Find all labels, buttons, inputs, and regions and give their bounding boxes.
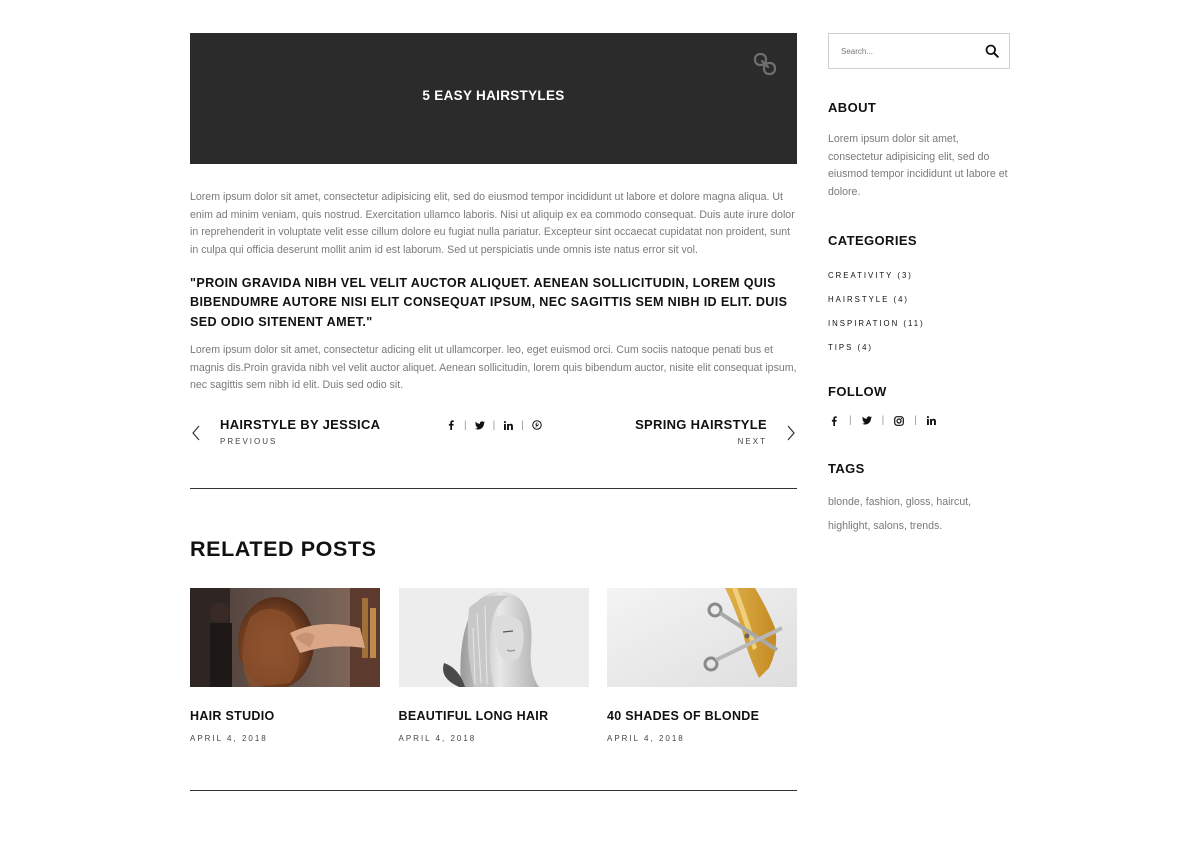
divider (190, 790, 797, 792)
main-content: 5 EASY HAIRSTYLES Lorem ipsum dolor sit … (190, 33, 797, 792)
separator: | (464, 419, 467, 431)
chevron-right-icon (787, 425, 795, 441)
related-post-date: APRIL 4, 2018 (607, 734, 685, 744)
post-paragraph: Lorem ipsum dolor sit amet, consectetur … (190, 344, 797, 392)
share-icons: | | | (444, 418, 544, 432)
separator: | (881, 415, 885, 427)
twitter-icon[interactable] (861, 414, 873, 428)
categories-list: CREATIVITY (3) HAIRSTYLE (4) INSPIRATION… (828, 264, 1010, 360)
search-widget (828, 33, 1010, 69)
separator: | (914, 415, 917, 427)
pinterest-icon[interactable] (530, 418, 544, 432)
previous-post-link[interactable]: HAIRSTYLE BY JESSICA PREVIOUS (190, 417, 380, 446)
next-post-link[interactable]: SPRING HAIRSTYLE NEXT (635, 417, 797, 446)
about-text: Lorem ipsum dolor sit amet, consectetur … (828, 133, 1008, 199)
scissors-blonde-hair-image[interactable] (607, 588, 797, 688)
divider (190, 488, 797, 490)
related-post-date: APRIL 4, 2018 (398, 734, 477, 744)
linkedin-icon[interactable] (501, 418, 515, 432)
related-posts-heading: RELATED POSTS (190, 537, 377, 562)
post-quote: "PROIN GRAVIDA NIBH VEL VELIT AUCTOR ALI… (190, 275, 788, 329)
previous-post-title: HAIRSTYLE BY JESSICA (220, 417, 381, 433)
related-post-title[interactable]: HAIR STUDIO (190, 709, 380, 723)
categories-heading: CATEGORIES (828, 232, 917, 248)
related-post-card[interactable]: 40 SHADES OF BLONDE APRIL 4, 2018 (607, 588, 797, 743)
category-tips[interactable]: TIPS (4) (828, 336, 1010, 360)
tags-line[interactable]: highlight, salons, trends. (828, 514, 1010, 538)
sidebar: ABOUT Lorem ipsum dolor sit amet, consec… (828, 33, 1010, 538)
related-post-card[interactable]: HAIR STUDIO APRIL 4, 2018 (190, 588, 380, 743)
post-navigation: HAIRSTYLE BY JESSICA PREVIOUS | | | SPRI… (190, 417, 797, 457)
about-heading: ABOUT (828, 100, 877, 115)
previous-label: PREVIOUS (220, 437, 278, 447)
twitter-icon[interactable] (473, 418, 487, 432)
separator: | (521, 419, 524, 431)
separator: | (849, 415, 852, 427)
instagram-icon[interactable] (893, 414, 905, 428)
next-label: NEXT (737, 437, 767, 447)
next-post-title: SPRING HAIRSTYLE (635, 417, 767, 433)
search-icon[interactable] (985, 44, 999, 58)
related-post-date: APRIL 4, 2018 (190, 734, 268, 744)
related-post-title[interactable]: 40 SHADES OF BLONDE (607, 709, 797, 723)
separator: | (492, 419, 496, 431)
category-hairstyle[interactable]: HAIRSTYLE (4) (828, 288, 1010, 312)
related-posts-list: HAIR STUDIO APRIL 4, 2018 BEAUTIFUL LONG… (190, 588, 797, 743)
facebook-icon[interactable] (444, 418, 458, 432)
link-icon (753, 52, 777, 76)
follow-icons: | | | (828, 414, 1010, 428)
chevron-left-icon (192, 425, 200, 441)
follow-heading: FOLLOW (828, 383, 887, 399)
search-input[interactable] (829, 34, 979, 68)
post-title: 5 EASY HAIRSTYLES (422, 87, 565, 103)
related-post-title[interactable]: BEAUTIFUL LONG HAIR (399, 709, 589, 723)
tags-list: blonde, fashion, gloss, haircut, highlig… (828, 490, 1010, 538)
related-post-card[interactable]: BEAUTIFUL LONG HAIR APRIL 4, 2018 (398, 588, 589, 744)
tags-line[interactable]: blonde, fashion, gloss, haircut, (828, 490, 1010, 514)
post-link-banner[interactable]: 5 EASY HAIRSTYLES (190, 33, 797, 164)
linkedin-icon[interactable] (926, 414, 938, 428)
category-inspiration[interactable]: INSPIRATION (11) (828, 312, 1010, 336)
facebook-icon[interactable] (828, 414, 840, 428)
long-hair-image[interactable] (398, 588, 589, 688)
category-creativity[interactable]: CREATIVITY (3) (828, 264, 1010, 288)
hair-studio-image[interactable] (190, 588, 380, 688)
tags-heading: TAGS (828, 460, 865, 476)
post-paragraph: Lorem ipsum dolor sit amet, consectetur … (190, 191, 795, 257)
